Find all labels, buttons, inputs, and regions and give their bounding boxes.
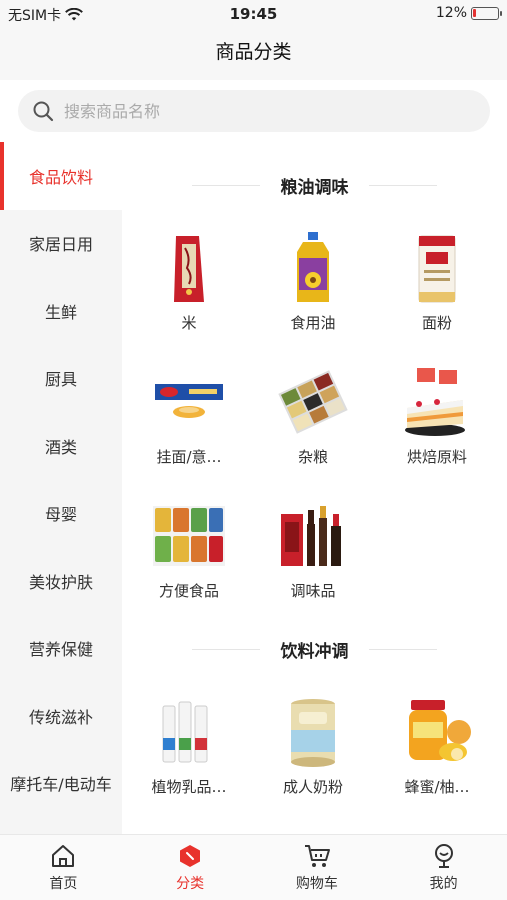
category-sidebar: 食品饮料 家居日用 生鲜 厨具 酒类 母婴 美妆护肤 营养保健 传统滋补 摩托车… xyxy=(0,142,122,834)
category-item-label: 米 xyxy=(181,314,197,332)
cake-icon xyxy=(397,362,477,442)
cooking-oil-icon xyxy=(273,228,353,308)
sidebar-item-label: 摩托车/电动车 xyxy=(10,775,112,795)
category-item-honey-citron[interactable]: 蜂蜜/柚… xyxy=(378,692,496,822)
nav-bar: 商品分类 xyxy=(0,28,507,80)
battery-percent: 12% xyxy=(435,5,467,21)
category-item-cooking-oil[interactable]: 食用油 xyxy=(254,228,372,358)
section-grain-oil: 粮油调味 米 食用油 面粉 挂面/意… 杂粮 烘焙原料 方便食品 调味品 xyxy=(122,142,507,600)
category-item-flour[interactable]: 面粉 xyxy=(378,228,496,358)
sidebar-item-motorcycle[interactable]: 摩托车/电动车 xyxy=(0,750,122,818)
honey-jar-icon xyxy=(397,692,477,772)
sidebar-item-kitchenware[interactable]: 厨具 xyxy=(0,345,122,413)
section-header: 粮油调味 xyxy=(122,142,507,228)
search-input[interactable] xyxy=(64,101,444,121)
divider xyxy=(192,185,260,186)
category-item-label: 蜂蜜/柚… xyxy=(404,778,470,796)
tab-label: 首页 xyxy=(49,875,78,892)
category-item-label: 成人奶粉 xyxy=(282,778,343,796)
category-item-label: 方便食品 xyxy=(158,582,219,600)
tab-label: 我的 xyxy=(429,875,458,892)
page-title: 商品分类 xyxy=(215,41,292,63)
category-item-label: 杂粮 xyxy=(297,448,328,466)
sidebar-item-beauty[interactable]: 美妆护肤 xyxy=(0,547,122,615)
category-item-plant-milk[interactable]: 植物乳品… xyxy=(130,692,248,822)
category-content: 粮油调味 米 食用油 面粉 挂面/意… 杂粮 烘焙原料 方便食品 调味品 饮料冲… xyxy=(122,142,507,834)
tab-bar: 首页 分类 购物车 我的 xyxy=(0,834,507,900)
status-time: 19:45 xyxy=(229,5,278,23)
sidebar-item-label: 美妆护肤 xyxy=(28,572,93,592)
category-item-label: 调味品 xyxy=(290,582,336,600)
battery-level xyxy=(473,8,476,17)
condiments-icon xyxy=(273,496,353,576)
category-item-label: 植物乳品… xyxy=(151,778,227,796)
sidebar-item-fresh[interactable]: 生鲜 xyxy=(0,277,122,345)
cart-icon xyxy=(304,844,330,867)
category-item-noodles-pasta[interactable]: 挂面/意… xyxy=(130,362,248,492)
status-right: 12% xyxy=(435,5,502,21)
home-icon xyxy=(52,844,75,867)
pasta-icon xyxy=(149,362,229,442)
sidebar-item-label: 传统滋补 xyxy=(28,707,93,727)
search-area xyxy=(0,80,507,142)
rice-bag-icon xyxy=(149,228,229,308)
sidebar-item-baby[interactable]: 母婴 xyxy=(0,480,122,548)
sidebar-item-label: 酒类 xyxy=(44,437,77,457)
category-item-rice[interactable]: 米 xyxy=(130,228,248,358)
category-item-adult-milk-powder[interactable]: 成人奶粉 xyxy=(254,692,372,822)
flour-bag-icon xyxy=(397,228,477,308)
sidebar-item-household[interactable]: 家居日用 xyxy=(0,210,122,278)
sidebar-item-health[interactable]: 营养保健 xyxy=(0,615,122,683)
section-title: 饮料冲调 xyxy=(280,641,349,662)
category-item-grains[interactable]: 杂粮 xyxy=(254,362,372,492)
sidebar-item-label: 食品饮料 xyxy=(28,167,93,187)
profile-icon xyxy=(434,843,453,868)
category-item-label: 挂面/意… xyxy=(156,448,222,466)
tab-category[interactable]: 分类 xyxy=(127,835,254,900)
tab-label: 分类 xyxy=(176,875,205,892)
search-icon xyxy=(33,101,54,122)
sidebar-item-liquor[interactable]: 酒类 xyxy=(0,412,122,480)
section-header: 饮料冲调 xyxy=(122,606,507,692)
tab-profile[interactable]: 我的 xyxy=(380,835,507,900)
category-item-baking[interactable]: 烘焙原料 xyxy=(378,362,496,492)
category-item-label: 烘焙原料 xyxy=(406,448,467,466)
sidebar-item-food-drinks[interactable]: 食品饮料 xyxy=(0,142,122,210)
divider xyxy=(369,185,437,186)
divider xyxy=(192,649,260,650)
tab-label: 购物车 xyxy=(295,875,338,892)
sidebar-item-label: 母婴 xyxy=(44,505,77,525)
sidebar-item-label: 营养保健 xyxy=(28,640,93,660)
sidebar-item-label: 生鲜 xyxy=(44,302,77,322)
category-item-label: 食用油 xyxy=(290,314,336,332)
search-bar[interactable] xyxy=(18,90,490,132)
battery-icon xyxy=(471,6,502,20)
section-drinks: 饮料冲调 植物乳品… 成人奶粉 蜂蜜/柚… xyxy=(122,606,507,796)
sidebar-item-label: 家居日用 xyxy=(28,235,93,255)
tab-home[interactable]: 首页 xyxy=(0,835,127,900)
grains-icon xyxy=(273,362,353,442)
instant-noodles-icon xyxy=(149,496,229,576)
plant-milk-icon xyxy=(149,692,229,772)
milk-powder-icon xyxy=(273,692,353,772)
category-item-label: 面粉 xyxy=(421,314,452,332)
category-icon xyxy=(180,844,201,867)
divider xyxy=(369,649,437,650)
section-title: 粮油调味 xyxy=(280,177,349,198)
sidebar-item-label: 厨具 xyxy=(44,370,77,390)
sidebar-item-tonic[interactable]: 传统滋补 xyxy=(0,682,122,750)
tab-cart[interactable]: 购物车 xyxy=(254,835,381,900)
status-bar: 无SIM卡 19:45 12% xyxy=(0,0,507,28)
